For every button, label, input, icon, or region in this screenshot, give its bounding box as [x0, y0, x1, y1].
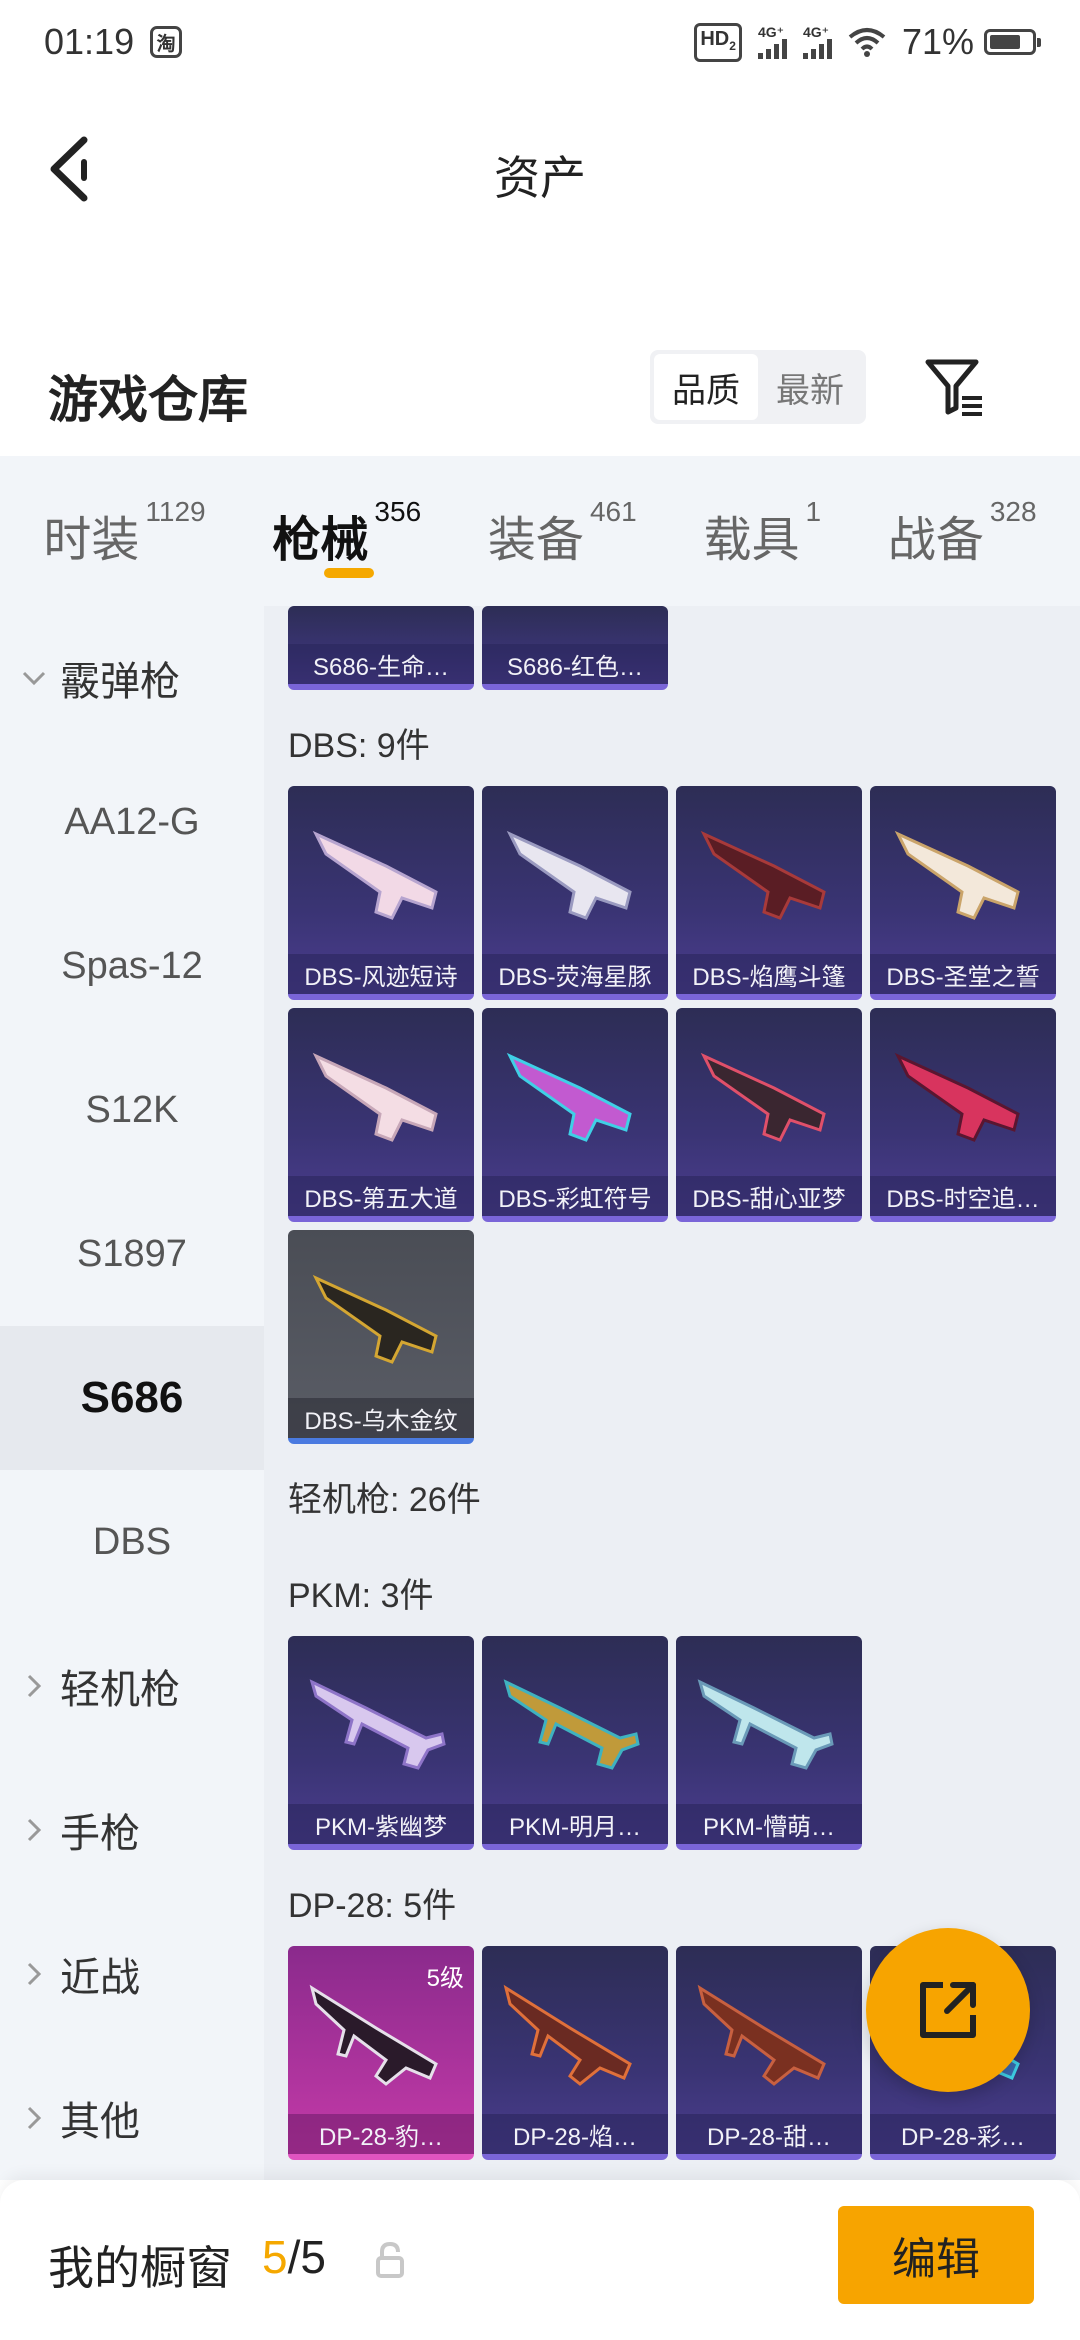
weapon-card[interactable]: S686-生命… [288, 606, 474, 690]
showcase-bar: 我的橱窗 5/5 编辑 [0, 2180, 1080, 2340]
weapon-card[interactable]: DP-28-焰… [482, 1946, 668, 2160]
share-float-button[interactable] [866, 1928, 1030, 2092]
weapon-card[interactable]: PKM-懵萌… [676, 1636, 862, 1850]
weapon-type-sidebar: 霰弹枪 AA12-G Spas-12 S12K S1897 S686 DBS 轻… [0, 606, 264, 2180]
tab-vehicles[interactable]: 载具 1 [703, 456, 821, 606]
weapon-card[interactable]: 5级 DP-28-豹… [288, 1946, 474, 2160]
status-time: 01:19 [44, 21, 135, 62]
sidebar-item-s686[interactable]: S686 [0, 1326, 264, 1470]
weapon-card[interactable]: DBS-彩虹符号 [482, 1008, 668, 1222]
weapon-card[interactable]: DBS-时空追… [870, 1008, 1056, 1222]
sort-newest-option[interactable]: 最新 [758, 354, 862, 420]
pkm-row: PKM-紫幽梦 PKM-明月… PKM-懵萌… [288, 1636, 862, 1850]
category-tabs: 时装 1129 枪械 356 装备 461 载具 1 战备 328 [0, 456, 1080, 606]
hd-icon: HD2 [694, 22, 742, 62]
tab-firearms[interactable]: 枪械 356 [272, 456, 421, 606]
share-export-icon [920, 1982, 976, 2038]
machinegun-skin-icon [309, 1984, 438, 2086]
sidebar-item-s1897[interactable]: S1897 [0, 1182, 264, 1326]
signal-icon-1: 4G⁺ [757, 25, 787, 59]
weapon-card[interactable]: PKM-明月… [482, 1636, 668, 1850]
filter-icon[interactable] [922, 354, 988, 420]
weapon-card[interactable]: DBS-第五大道 [288, 1008, 474, 1222]
sort-toggle: 品质 最新 [650, 350, 866, 424]
chevron-right-icon [27, 2106, 42, 2130]
sidebar-item-other[interactable]: 其他 [0, 2046, 264, 2190]
shotgun-skin-icon [700, 1052, 826, 1142]
chevron-right-icon [27, 1818, 42, 1842]
weapon-card[interactable]: S686-红色… [482, 606, 668, 690]
weapon-card[interactable]: DBS-荧海星豚 [482, 786, 668, 1000]
dbs-row-1: DBS-风迹短诗 DBS-荧海星豚 DBS-焰鹰斗篷 DBS-圣堂之誓 [288, 786, 1056, 1000]
shotgun-skin-icon [312, 830, 438, 920]
shotgun-skin-icon [506, 830, 632, 920]
sidebar-item-s12k[interactable]: S12K [0, 1038, 264, 1182]
dbs-row-3: DBS-乌木金纹 [288, 1230, 474, 1444]
machinegun-skin-icon [503, 1984, 632, 2086]
weapon-card[interactable]: DBS-圣堂之誓 [870, 786, 1056, 1000]
showcase-label: 我的橱窗 [48, 2242, 232, 2294]
sidebar-item-pistol[interactable]: 手枪 [0, 1758, 264, 1902]
chevron-down-icon [22, 671, 46, 686]
weapon-card[interactable]: DBS-乌木金纹 [288, 1230, 474, 1444]
machinegun-skin-icon [309, 1679, 446, 1770]
tab-fashion[interactable]: 时装 1129 [43, 456, 205, 606]
sort-quality-option[interactable]: 品质 [654, 354, 758, 420]
battery-icon [984, 29, 1041, 55]
sidebar-item-dbs[interactable]: DBS [0, 1470, 264, 1614]
lock-icon [376, 2241, 404, 2278]
app-header: 资产 [0, 84, 1080, 254]
shotgun-skin-icon [312, 1052, 438, 1142]
shotgun-skin-icon [894, 1052, 1020, 1142]
machinegun-skin-icon [503, 1679, 640, 1770]
machinegun-skin-icon [697, 1984, 826, 2086]
weapon-card[interactable]: PKM-紫幽梦 [288, 1636, 474, 1850]
battery-percent: 71% [901, 21, 974, 62]
chevron-right-icon [27, 1962, 42, 1986]
dbs-heading: DBS: 9件 [288, 727, 430, 765]
taobao-notification-icon: 淘 [150, 26, 183, 58]
s686-row: S686-生命… S686-红色… [288, 606, 668, 690]
sidebar-item-spas12[interactable]: Spas-12 [0, 894, 264, 1038]
shotgun-skin-icon [312, 1274, 438, 1364]
wifi-icon [848, 28, 886, 57]
weapon-card[interactable]: DBS-风迹短诗 [288, 786, 474, 1000]
weapon-card[interactable]: DBS-焰鹰斗篷 [676, 786, 862, 1000]
tab-supplies[interactable]: 战备 328 [888, 456, 1037, 606]
sidebar-item-aa12g[interactable]: AA12-G [0, 750, 264, 894]
tab-equipment[interactable]: 装备 461 [488, 456, 637, 606]
shotgun-skin-icon [894, 830, 1020, 920]
pkm-heading: PKM: 3件 [288, 1577, 434, 1615]
sidebar-item-shotgun[interactable]: 霰弹枪 [0, 606, 264, 750]
signal-icon-2: 4G⁺ [802, 25, 832, 59]
showcase-count: 5/5 [262, 2231, 326, 2283]
machinegun-skin-icon [697, 1679, 834, 1770]
edit-button[interactable]: 编辑 [838, 2206, 1034, 2304]
shotgun-skin-icon [506, 1052, 632, 1142]
lmg-heading: 轻机枪: 26件 [288, 1481, 481, 1519]
sidebar-item-lmg[interactable]: 轻机枪 [0, 1614, 264, 1758]
warehouse-header: 游戏仓库 品质 最新 [0, 330, 1080, 450]
section-title: 游戏仓库 [48, 372, 248, 428]
weapon-card[interactable]: DP-28-甜… [676, 1946, 862, 2160]
weapon-card[interactable]: DBS-甜心亚梦 [676, 1008, 862, 1222]
chevron-right-icon [27, 1674, 42, 1698]
status-bar: 01:19 淘 HD2 4G⁺ 4G⁺ 71% [0, 0, 1080, 84]
sidebar-item-melee[interactable]: 近战 [0, 1902, 264, 2046]
dbs-row-2: DBS-第五大道 DBS-彩虹符号 DBS-甜心亚梦 DBS-时空追… [288, 1008, 1056, 1222]
page-title: 资产 [494, 152, 586, 204]
dp28-heading: DP-28: 5件 [288, 1887, 457, 1925]
shotgun-skin-icon [700, 830, 826, 920]
